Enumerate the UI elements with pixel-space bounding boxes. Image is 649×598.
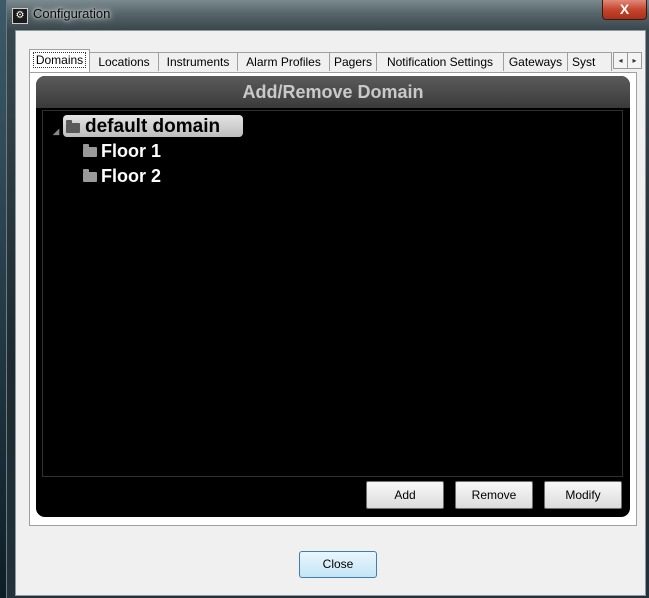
title-bar[interactable]: ⚙ Configuration X [7,0,649,30]
domain-panel: Add/Remove Domain ◢ default domain Floor… [36,76,630,517]
window-title: Configuration [33,6,111,21]
folder-icon [83,144,97,157]
folder-icon [83,169,97,182]
tab-strip: Domains Locations Instruments Alarm Prof… [29,49,642,73]
tab-system[interactable]: Syst [567,52,612,71]
tab-alarm-profiles[interactable]: Alarm Profiles [237,52,330,71]
tree-item-floor-1[interactable]: Floor 1 [83,139,203,163]
domains-tab-panel: Add/Remove Domain ◢ default domain Floor… [29,72,637,526]
tab-notification-settings[interactable]: Notification Settings [376,52,504,71]
tab-instruments[interactable]: Instruments [158,52,238,71]
tab-pagers[interactable]: Pagers [329,52,377,71]
collapse-arrow-icon[interactable]: ◢ [53,127,59,136]
domain-tree[interactable]: ◢ default domain Floor 1 Floor 2 [42,110,623,477]
tab-scroll-left-icon[interactable]: ◂ [613,52,628,69]
remove-button[interactable]: Remove [455,481,533,509]
close-button[interactable]: Close [299,551,377,578]
tab-scroll-buttons: ◂ ▸ [613,52,642,69]
tree-item-floor-2[interactable]: Floor 2 [83,164,203,188]
tree-root-item[interactable]: ◢ default domain [43,114,293,138]
tab-locations[interactable]: Locations [89,52,159,71]
tree-item-label: Floor 2 [101,166,162,186]
tab-scroll-right-icon[interactable]: ▸ [627,52,642,69]
tab-gateways[interactable]: Gateways [503,52,568,71]
add-button[interactable]: Add [366,481,444,509]
gear-icon[interactable]: ⚙ [12,8,28,24]
tree-item-label: Floor 1 [101,141,162,161]
configuration-window: ⚙ Configuration X Domains Locations Inst… [6,0,649,598]
tree-root-label: default domain [85,116,221,137]
tree-selection-highlight: default domain [63,115,243,137]
window-client-area: Domains Locations Instruments Alarm Prof… [15,30,646,596]
panel-title: Add/Remove Domain [36,76,630,108]
tab-domains-label: Domains [32,52,87,68]
window-close-button[interactable]: X [602,0,647,20]
modify-button[interactable]: Modify [544,481,622,509]
folder-icon [66,120,80,133]
tab-domains[interactable]: Domains [29,49,90,72]
